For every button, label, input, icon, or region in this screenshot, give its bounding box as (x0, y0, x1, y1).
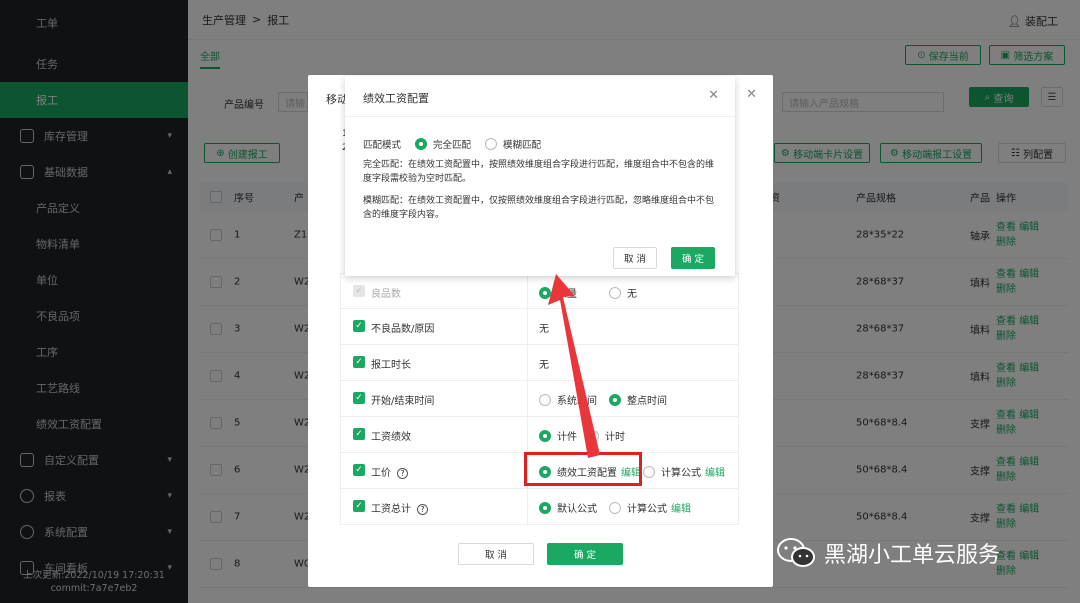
wechat-icon (777, 538, 815, 567)
arrow-annotation (548, 274, 600, 458)
watermark: 黑湖小工单云服务 (776, 536, 1000, 570)
